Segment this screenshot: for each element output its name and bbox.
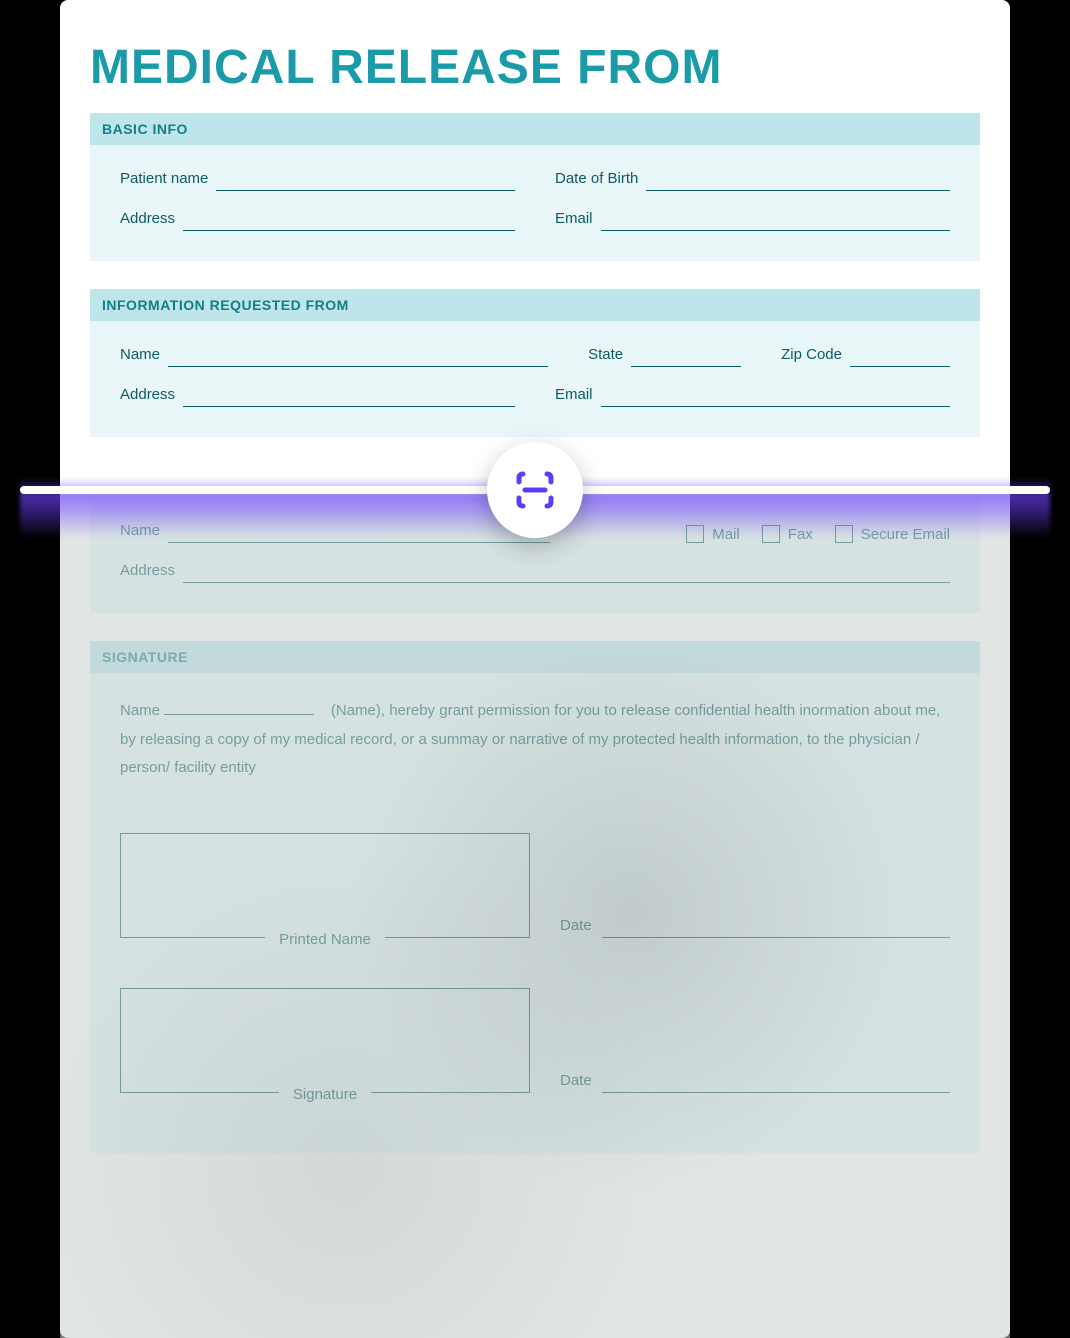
section-basic-info: BASIC INFO Patient name Date of Birth Ad… (90, 113, 980, 261)
label-req-name: Name (120, 346, 160, 367)
input-patient-name[interactable] (216, 169, 515, 191)
label-req-state: State (588, 346, 623, 367)
form-page: MEDICAL RELEASE FROM BASIC INFO Patient … (60, 0, 1010, 1338)
checkbox-fax[interactable]: Fax (762, 525, 813, 543)
checkbox-mail[interactable]: Mail (686, 525, 740, 543)
input-date-2[interactable] (602, 1071, 950, 1093)
input-send-name[interactable] (168, 521, 550, 543)
label-dob: Date of Birth (555, 170, 638, 191)
label-send-name: Name (120, 522, 160, 543)
input-email-basic[interactable] (601, 209, 950, 231)
checkbox-box-icon (686, 525, 704, 543)
input-date-1[interactable] (602, 916, 950, 938)
signature-label: Signature (120, 1086, 530, 1103)
section-body-basic: Patient name Date of Birth Address Email (90, 145, 980, 261)
checkbox-box-icon (762, 525, 780, 543)
label-patient-name: Patient name (120, 170, 208, 191)
label-date-1: Date (560, 917, 592, 938)
scan-icon (511, 466, 559, 514)
printed-name-box-wrap: Printed Name (120, 833, 530, 938)
label-req-zip: Zip Code (781, 346, 842, 367)
input-req-address[interactable] (183, 385, 515, 407)
signature-box[interactable] (120, 988, 530, 1093)
printed-name-label: Printed Name (120, 931, 530, 948)
section-header-requested: INFORMATION REQUESTED FROM (90, 289, 980, 321)
signature-statement-block: Name (Name), hereby grant permission for… (120, 697, 950, 783)
label-req-address: Address (120, 386, 175, 407)
checkbox-label-secure-email: Secure Email (861, 526, 950, 543)
checkbox-secure-email[interactable]: Secure Email (835, 525, 950, 543)
section-body-requested: Name State Zip Code Address Em (90, 321, 980, 437)
label-email-basic: Email (555, 210, 593, 231)
label-address-basic: Address (120, 210, 175, 231)
input-sig-name[interactable] (164, 697, 314, 715)
label-date-2: Date (560, 1072, 592, 1093)
checkbox-label-mail: Mail (712, 526, 740, 543)
checkbox-label-fax: Fax (788, 526, 813, 543)
section-header-signature: SIGNATURE (90, 641, 980, 673)
send-by-options: Mail Fax Secure Email (686, 525, 950, 543)
section-requested: INFORMATION REQUESTED FROM Name State Zi… (90, 289, 980, 437)
label-send-address: Address (120, 562, 175, 583)
input-req-state[interactable] (631, 345, 741, 367)
label-sig-name: Name (120, 702, 160, 719)
section-header-basic: BASIC INFO (90, 113, 980, 145)
signature-box-wrap: Signature (120, 988, 530, 1093)
input-address-basic[interactable] (183, 209, 515, 231)
label-req-email: Email (555, 386, 593, 407)
input-req-email[interactable] (601, 385, 950, 407)
input-send-address[interactable] (183, 561, 950, 583)
input-dob[interactable] (646, 169, 950, 191)
input-req-name[interactable] (168, 345, 548, 367)
checkbox-box-icon (835, 525, 853, 543)
input-req-zip[interactable] (850, 345, 950, 367)
section-body-signature: Name (Name), hereby grant permission for… (90, 673, 980, 1153)
printed-name-box[interactable] (120, 833, 530, 938)
scan-badge (487, 442, 583, 538)
section-signature: SIGNATURE Name (Name), hereby grant perm… (90, 641, 980, 1153)
form-title: MEDICAL RELEASE FROM (90, 40, 980, 95)
